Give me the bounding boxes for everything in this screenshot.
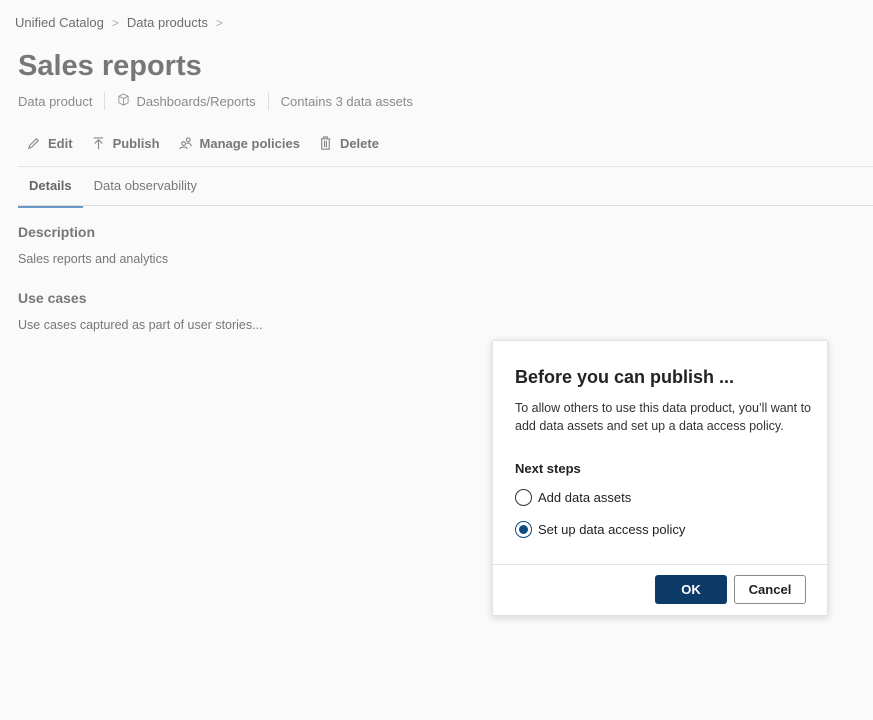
radio-circle[interactable] [515,489,532,506]
next-steps-label: Next steps [515,461,581,476]
publish-dialog: Before you can publish ... To allow othe… [492,340,828,616]
manage-policies-button[interactable]: Manage policies [178,136,300,151]
delete-button[interactable]: Delete [318,136,379,151]
delete-label: Delete [339,136,379,151]
manage-label: Manage policies [199,136,300,151]
edit-button[interactable]: Edit [26,136,73,151]
tab-details[interactable]: Details [18,178,83,208]
radio-add-data-assets[interactable]: Add data assets [515,489,631,506]
divider [267,92,269,110]
description-label: Description [18,224,96,240]
divider [18,205,873,206]
chevron-right-icon: > [215,15,223,30]
publish-button[interactable]: Publish [91,136,160,151]
radio-label: Set up data access policy [538,522,686,537]
breadcrumb-unified-catalog[interactable]: Unified Catalog [15,15,104,30]
meta-category: Dashboards/Reports [136,93,256,109]
breadcrumb-data-products[interactable]: Data products [127,15,208,30]
tabs: Details Data observability [18,178,208,208]
publish-label: Publish [112,136,160,151]
people-icon [178,137,192,150]
use-cases-label: Use cases [18,290,87,306]
dialog-message: To allow others to use this data product… [515,401,811,433]
divider [104,92,106,110]
dialog-title: Before you can publish ... [515,367,735,387]
use-cases-section: Use cases Use cases captured as part of … [18,290,263,332]
toolbar: Edit Publish Manage policies Delete [26,136,379,151]
trash-icon [320,136,331,150]
page-title: Sales reports [18,50,202,82]
breadcrumb: Unified Catalog > Data products > [15,15,223,30]
chevron-right-icon: > [111,15,119,30]
use-cases-value: Use cases captured as part of user stori… [18,318,263,332]
upload-icon [93,137,103,150]
cube-icon [117,93,130,109]
radio-set-up-policy[interactable]: Set up data access policy [515,521,685,538]
meta-assets: Contains 3 data assets [280,93,413,109]
description-section: Description Sales reports and analytics [18,224,168,266]
meta-row: Data product Dashboards/Reports Contains… [18,92,413,110]
divider [493,564,827,565]
tab-data-observability[interactable]: Data observability [83,178,208,208]
ok-button[interactable]: OK [655,575,727,604]
edit-label: Edit [48,136,73,151]
radio-circle-selected[interactable] [515,521,532,538]
cancel-button[interactable]: Cancel [734,575,806,604]
description-value: Sales reports and analytics [18,252,169,266]
divider [18,166,873,167]
meta-type: Data product [18,93,93,109]
pencil-icon [27,138,39,150]
radio-label: Add data assets [538,490,632,505]
